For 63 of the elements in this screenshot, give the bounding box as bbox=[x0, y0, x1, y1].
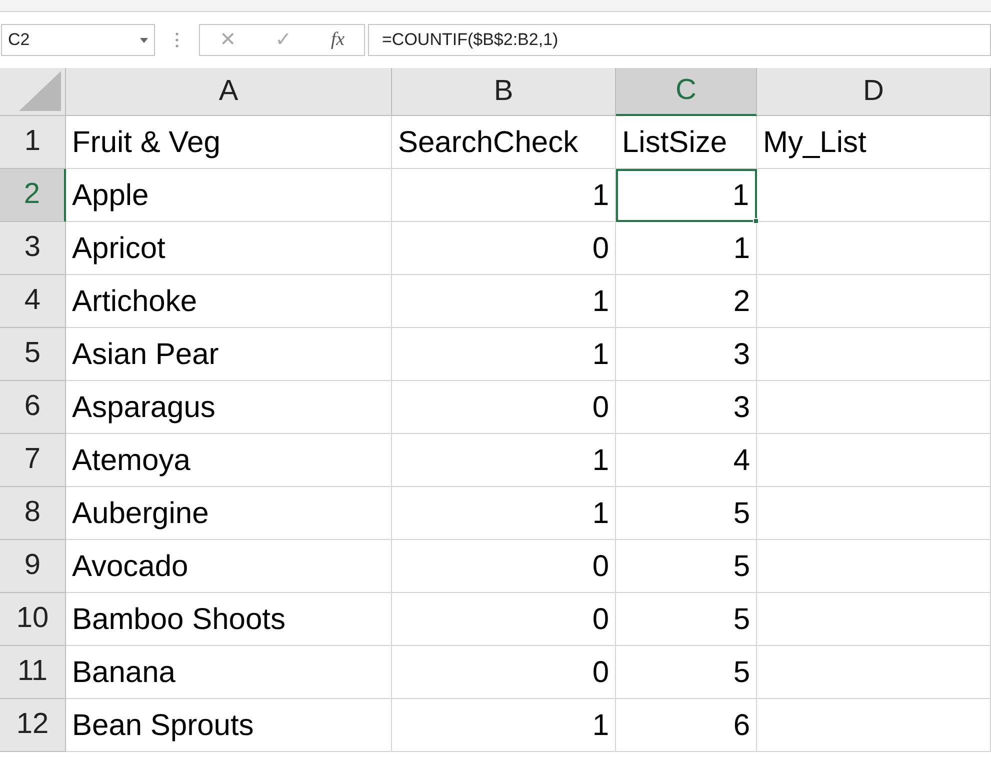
table-cell: 1 bbox=[392, 328, 616, 381]
table-cell: Asparagus bbox=[66, 381, 392, 434]
drag-handle-icon[interactable] bbox=[175, 32, 179, 48]
table-cell: Bamboo Shoots bbox=[66, 593, 392, 646]
active-cell[interactable]: 1 bbox=[616, 169, 757, 222]
column-header[interactable]: D bbox=[757, 68, 991, 116]
table-cell: SearchCheck bbox=[392, 116, 616, 169]
column-header[interactable]: B bbox=[392, 68, 616, 116]
table-cell: Apple bbox=[66, 169, 392, 222]
table-cell: Bean Sprouts bbox=[66, 699, 392, 752]
row-header[interactable]: 7 bbox=[0, 434, 66, 487]
table-cell: 5 bbox=[616, 593, 757, 646]
formula-field[interactable]: =COUNTIF($B$2:B2,1) bbox=[368, 24, 991, 56]
table-cell: 1 bbox=[616, 222, 757, 275]
table-cell: 4 bbox=[616, 434, 757, 487]
fill-handle[interactable] bbox=[753, 218, 759, 224]
table-cell: 5 bbox=[616, 540, 757, 593]
table-cell: Avocado bbox=[66, 540, 392, 593]
dropdown-caret-icon bbox=[140, 38, 148, 42]
table-cell: 1 bbox=[392, 275, 616, 328]
table-cell: 0 bbox=[392, 222, 616, 275]
table-cell: 1 bbox=[392, 699, 616, 752]
cell-reference: C2 bbox=[8, 29, 30, 52]
table-cell: 0 bbox=[392, 540, 616, 593]
select-all-button[interactable] bbox=[0, 68, 66, 116]
table-cell: 5 bbox=[616, 646, 757, 699]
row-header[interactable]: 5 bbox=[0, 328, 66, 381]
formula-text: =COUNTIF($B$2:B2,1) bbox=[382, 29, 558, 52]
row-header[interactable]: 2 bbox=[0, 169, 66, 222]
table-cell: 5 bbox=[616, 487, 757, 540]
table-cell: 1 bbox=[392, 487, 616, 540]
insert-function-button[interactable]: fx bbox=[330, 26, 345, 54]
row-header[interactable]: 4 bbox=[0, 275, 66, 328]
row-header[interactable]: 11 bbox=[0, 646, 66, 699]
row-header[interactable]: 8 bbox=[0, 487, 66, 540]
table-cell: 0 bbox=[392, 646, 616, 699]
table-cell: Atemoya bbox=[66, 434, 392, 487]
table-cell: 0 bbox=[392, 593, 616, 646]
table-cell: Asian Pear bbox=[66, 328, 392, 381]
table-cell: 3 bbox=[616, 328, 757, 381]
table-cell: My_List bbox=[757, 116, 991, 169]
table-cell: ListSize bbox=[616, 116, 757, 169]
name-box[interactable]: C2 bbox=[1, 24, 155, 56]
row-header[interactable]: 1 bbox=[0, 116, 66, 169]
row-header[interactable]: 9 bbox=[0, 540, 66, 593]
table-cell: 6 bbox=[616, 699, 757, 752]
row-header[interactable]: 6 bbox=[0, 381, 66, 434]
table-cell: Aubergine bbox=[66, 487, 392, 540]
select-all-triangle-icon bbox=[19, 71, 61, 111]
table-cell: Apricot bbox=[66, 222, 392, 275]
table-cell: Banana bbox=[66, 646, 392, 699]
table-cell: 2 bbox=[616, 275, 757, 328]
column-header[interactable]: C bbox=[616, 68, 757, 116]
table-cell: Fruit & Veg bbox=[66, 116, 392, 169]
table-cell: 3 bbox=[616, 381, 757, 434]
table-cell: Artichoke bbox=[66, 275, 392, 328]
row-header[interactable]: 12 bbox=[0, 699, 66, 752]
table-cell: 1 bbox=[392, 434, 616, 487]
table-cell: 0 bbox=[392, 381, 616, 434]
row-header[interactable]: 3 bbox=[0, 222, 66, 275]
row-header[interactable]: 10 bbox=[0, 593, 66, 646]
table-cell: 1 bbox=[392, 169, 616, 222]
column-header[interactable]: A bbox=[66, 68, 392, 116]
